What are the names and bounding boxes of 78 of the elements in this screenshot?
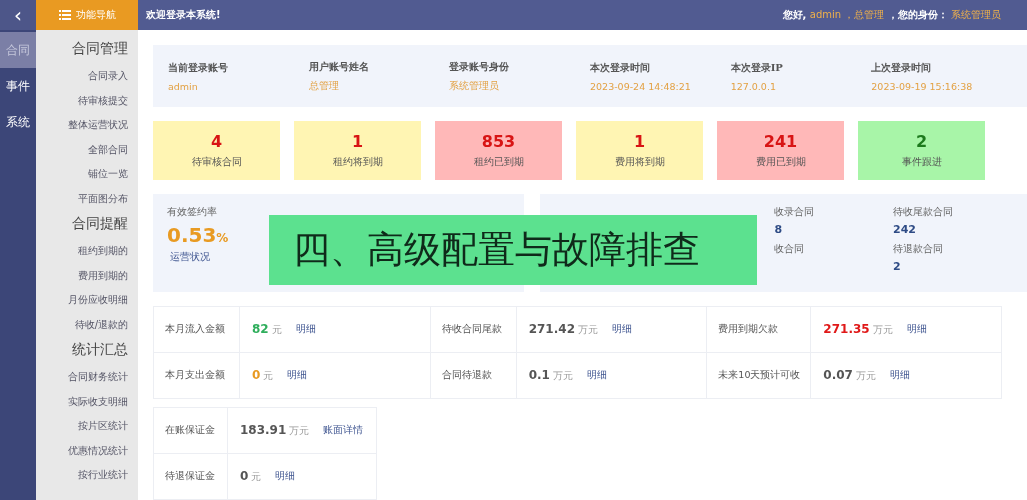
alert-card[interactable]: 1 费用将到期 xyxy=(576,121,703,181)
table-label: 本月流入金额 xyxy=(154,307,240,352)
nav-item[interactable]: 待收/退款的 xyxy=(74,314,128,339)
detail-link[interactable]: 明细 xyxy=(586,369,607,382)
info-label: 本次登录IP xyxy=(730,60,784,75)
stat-value: 2 xyxy=(893,260,902,274)
info-value: 127.0.0.1 xyxy=(730,80,777,92)
stat-label: 待退款合同 xyxy=(893,243,944,257)
info-value: admin xyxy=(168,80,199,92)
stat-label: 收合同 xyxy=(774,243,806,257)
nav-title: 功能导航 xyxy=(75,8,116,22)
nav-item[interactable]: 租约到期的 xyxy=(78,241,128,266)
nav-item[interactable]: 优惠情况统计 xyxy=(68,440,128,465)
stat-value: 8 xyxy=(774,223,784,237)
alert-card[interactable]: 853 租约已到期 xyxy=(435,121,562,181)
nav-item[interactable]: 整体运营状况 xyxy=(68,115,128,140)
amount-value: 271.42 万元 xyxy=(528,322,598,337)
info-label: 登录账号身份 xyxy=(449,59,511,74)
info-label: 本次登录时间 xyxy=(590,60,651,75)
table-label: 在账保证金 xyxy=(154,408,228,453)
nav-item[interactable]: 平面图分布 xyxy=(78,188,128,213)
rate-caption: 运营状况 xyxy=(169,251,211,265)
nav-section-title: 统计汇总 xyxy=(72,341,128,359)
table-label: 待收合同尾款 xyxy=(430,307,517,352)
nav-item[interactable]: 按片区统计 xyxy=(78,416,128,441)
info-label: 上次登录时间 xyxy=(871,60,933,75)
amount-value: 271.35 万元 xyxy=(823,322,893,337)
info-label: 当前登录账号 xyxy=(168,60,229,75)
welcome-text: 欢迎登录本系统! xyxy=(146,8,221,22)
info-label: 用户账号姓名 xyxy=(308,59,370,74)
table-label: 未来10天预计可收 xyxy=(707,353,812,398)
rate-value: 0.53% xyxy=(167,223,229,248)
info-value: 2023-09-24 14:48:21 xyxy=(590,80,692,92)
nav-item[interactable]: 待审核提交 xyxy=(78,90,128,115)
table-label: 本月支出金额 xyxy=(154,353,240,398)
stat-label: 收录合同 xyxy=(774,206,816,220)
rate-label: 有效签约率 xyxy=(167,206,218,220)
amount-value: 0 元 xyxy=(240,469,262,484)
table-label: 费用到期欠款 xyxy=(707,307,812,352)
title-banner: 四、高级配置与故障排查 xyxy=(269,215,757,285)
amount-value: 0.1 万元 xyxy=(528,368,573,383)
amount-value: 183.91 万元 xyxy=(240,423,310,438)
table-label: 待退保证金 xyxy=(154,454,228,499)
amount-value: 0.07 万元 xyxy=(823,368,876,383)
rail-tab[interactable]: 系统 xyxy=(0,104,36,140)
detail-link[interactable]: 明细 xyxy=(287,369,308,382)
nav-item[interactable]: 铺位一览 xyxy=(88,164,128,189)
alert-card[interactable]: 4 待审核合同 xyxy=(153,121,280,181)
detail-link[interactable]: 明细 xyxy=(295,323,316,336)
detail-link[interactable]: 明细 xyxy=(275,470,296,483)
nav-item[interactable]: 实际收支明细 xyxy=(68,391,128,416)
info-value: 系统管理员 xyxy=(449,79,501,93)
detail-link[interactable]: 账面详情 xyxy=(323,424,364,437)
nav-item[interactable]: 合同财务统计 xyxy=(68,367,128,392)
nav-section-title: 合同提醒 xyxy=(72,215,128,233)
amount-value: 82 元 xyxy=(252,322,282,337)
nav-section-title: 合同管理 xyxy=(72,40,128,58)
rail-tab[interactable]: 事件 xyxy=(0,68,36,104)
amount-value: 0 元 xyxy=(252,368,274,383)
back-button[interactable]: ‹ xyxy=(0,0,36,30)
stat-value: 242 xyxy=(893,223,917,237)
stat-label: 待收尾款合同 xyxy=(893,206,954,220)
nav-item[interactable]: 按行业统计 xyxy=(78,465,128,490)
list-icon xyxy=(58,10,71,20)
detail-link[interactable]: 明细 xyxy=(612,323,632,336)
info-value: 2023-09-19 15:16:38 xyxy=(871,80,974,92)
detail-link[interactable]: 明细 xyxy=(906,323,927,336)
table-label: 合同待退款 xyxy=(430,353,517,398)
nav-item[interactable]: 费用到期的 xyxy=(78,265,128,290)
info-value: 总管理 xyxy=(308,79,340,93)
user-greeting: 您好, admin ，总管理 ，您的身份： 系统管理员 xyxy=(782,8,1001,22)
alert-card[interactable]: 241 费用已到期 xyxy=(717,121,844,181)
nav-item[interactable]: 合同录入 xyxy=(88,66,128,91)
nav-item[interactable]: 月份应收明细 xyxy=(68,290,128,315)
detail-link[interactable]: 明细 xyxy=(889,369,910,382)
alert-card[interactable]: 1 租约将到期 xyxy=(294,121,421,181)
alert-card[interactable]: 2 事件跟进 xyxy=(858,121,985,181)
nav-item[interactable]: 全部合同 xyxy=(88,139,128,164)
